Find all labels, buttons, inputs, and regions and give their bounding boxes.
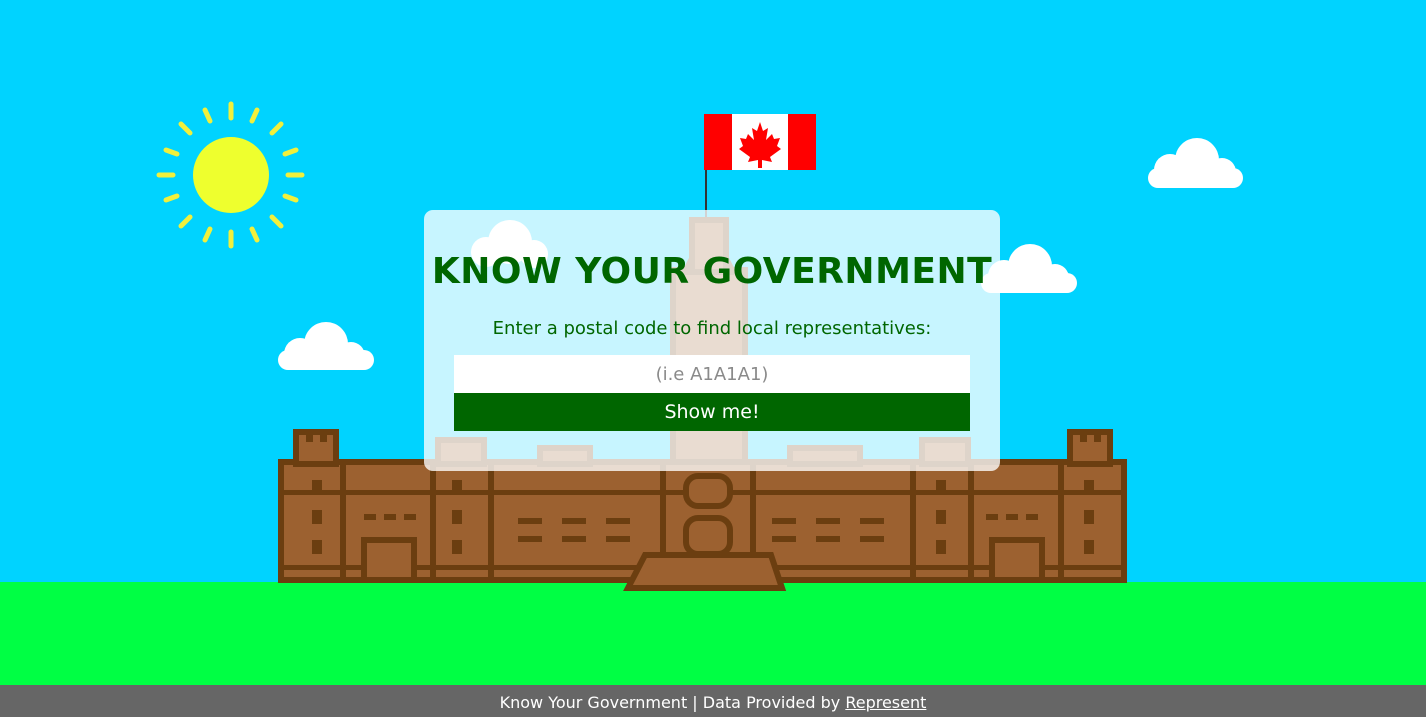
cloud-icon	[278, 322, 374, 370]
footer-text: Know Your Government | Data Provided by	[499, 693, 841, 712]
footer: Know Your Government | Data Provided by …	[0, 685, 1426, 717]
postal-code-input[interactable]	[454, 355, 970, 393]
represent-link[interactable]: Represent	[845, 693, 926, 712]
page-title: KNOW YOUR GOVERNMENT	[431, 251, 993, 292]
postal-code-prompt: Enter a postal code to find local repres…	[492, 318, 932, 339]
canada-flag-icon	[704, 114, 816, 170]
show-me-button[interactable]: Show me!	[454, 393, 970, 431]
search-card: KNOW YOUR GOVERNMENT Enter a postal code…	[424, 210, 1000, 471]
cloud-icon	[1148, 138, 1243, 188]
sun-icon	[156, 101, 305, 249]
